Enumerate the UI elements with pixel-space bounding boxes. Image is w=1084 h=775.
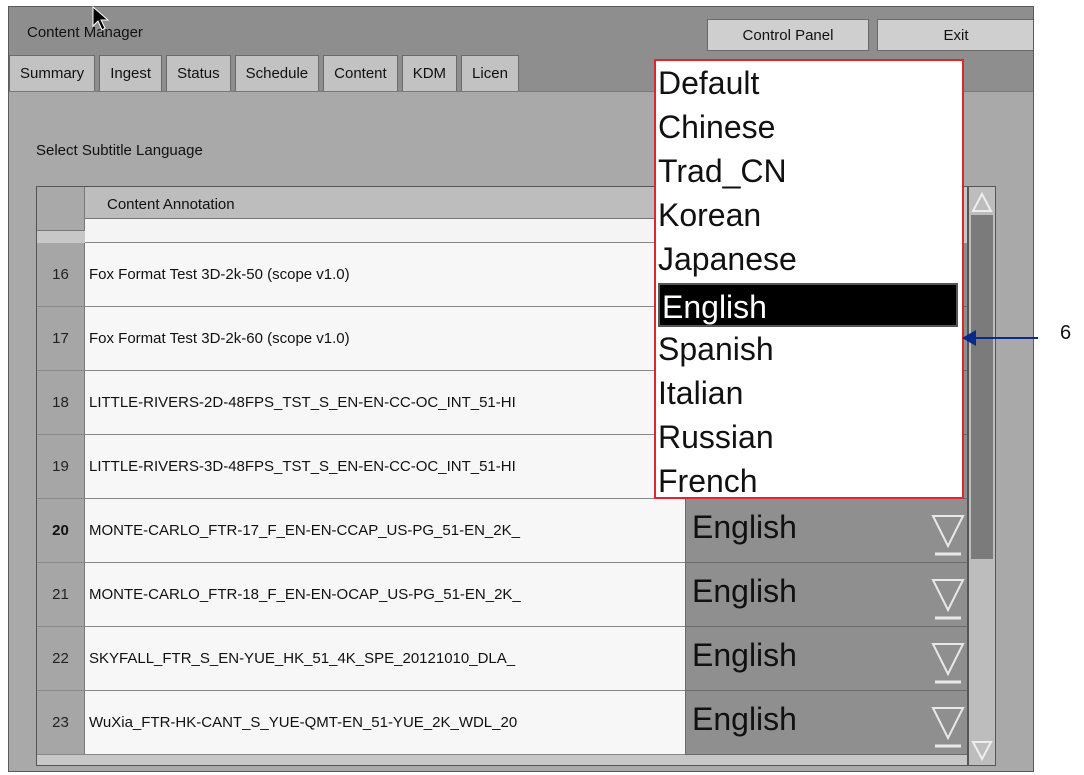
row-number: 16 xyxy=(37,243,85,307)
row-annotation: MONTE-CARLO_FTR-17_F_EN-EN-CCAP_US-PG_51… xyxy=(85,499,685,563)
table-row[interactable]: 22 SKYFALL_FTR_S_EN-YUE_HK_51_4K_SPE_201… xyxy=(37,627,967,691)
tab-kdm[interactable]: KDM xyxy=(401,55,458,91)
language-value: English xyxy=(692,637,797,673)
partial-row xyxy=(85,219,685,243)
tab-schedule[interactable]: Schedule xyxy=(234,55,320,91)
chevron-down-icon[interactable] xyxy=(930,512,966,560)
scroll-up-icon[interactable] xyxy=(971,191,993,213)
tab-ingest[interactable]: Ingest xyxy=(99,55,163,91)
row-number: 18 xyxy=(37,371,85,435)
language-select[interactable]: English xyxy=(685,563,967,627)
row-annotation: SKYFALL_FTR_S_EN-YUE_HK_51_4K_SPE_201210… xyxy=(85,627,685,691)
table-row[interactable]: 23 WuXia_FTR-HK-CANT_S_YUE-QMT-EN_51-YUE… xyxy=(37,691,967,755)
row-number: 17 xyxy=(37,307,85,371)
tab-status[interactable]: Status xyxy=(166,55,231,91)
row-annotation: LITTLE-RIVERS-3D-48FPS_TST_S_EN-EN-CC-OC… xyxy=(85,435,685,499)
vertical-scrollbar[interactable] xyxy=(968,186,996,766)
tab-summary[interactable]: Summary xyxy=(9,55,96,91)
row-annotation: Fox Format Test 3D-2k-60 (scope v1.0) xyxy=(85,307,685,371)
scrollbar-thumb[interactable] xyxy=(971,215,993,559)
option-korean[interactable]: Korean xyxy=(656,193,962,237)
row-annotation: Fox Format Test 3D-2k-50 (scope v1.0) xyxy=(85,243,685,307)
row-number: 21 xyxy=(37,563,85,627)
language-select[interactable]: English xyxy=(685,499,967,563)
row-number: 20 xyxy=(37,499,85,563)
control-panel-button[interactable]: Control Panel xyxy=(707,19,869,51)
header-content-annotation: Content Annotation xyxy=(85,187,685,219)
callout-line xyxy=(968,337,1038,339)
callout-arrowhead xyxy=(962,330,976,346)
callout-number: 6 xyxy=(1060,322,1072,344)
row-annotation: WuXia_FTR-HK-CANT_S_YUE-QMT-EN_51-YUE_2K… xyxy=(85,691,685,755)
chevron-down-icon[interactable] xyxy=(930,576,966,624)
mouse-pointer-icon xyxy=(92,6,110,31)
language-select[interactable]: English xyxy=(685,627,967,691)
option-japanese[interactable]: Japanese xyxy=(656,237,962,281)
row-number: 19 xyxy=(37,435,85,499)
option-french[interactable]: French xyxy=(656,459,962,503)
row-number: 23 xyxy=(37,691,85,755)
tab-bar: Summary Ingest Status Schedule Content K… xyxy=(9,55,523,91)
tab-licence[interactable]: Licen xyxy=(461,55,519,91)
tab-content[interactable]: Content xyxy=(323,55,398,91)
option-chinese[interactable]: Chinese xyxy=(656,105,962,149)
language-value: English xyxy=(692,573,797,609)
chevron-down-icon[interactable] xyxy=(930,704,966,752)
option-spanish[interactable]: Spanish xyxy=(656,327,962,371)
scroll-down-icon[interactable] xyxy=(971,739,993,761)
table-row[interactable]: 20 MONTE-CARLO_FTR-17_F_EN-EN-CCAP_US-PG… xyxy=(37,499,967,563)
language-value: English xyxy=(692,701,797,737)
row-annotation: MONTE-CARLO_FTR-18_F_EN-EN-OCAP_US-PG_51… xyxy=(85,563,685,627)
row-annotation: LITTLE-RIVERS-2D-48FPS_TST_S_EN-EN-CC-OC… xyxy=(85,371,685,435)
chevron-down-icon[interactable] xyxy=(930,640,966,688)
option-trad-cn[interactable]: Trad_CN xyxy=(656,149,962,193)
language-dropdown-list[interactable]: Default Chinese Trad_CN Korean Japanese … xyxy=(654,59,964,499)
app-title: Content Manager xyxy=(27,24,143,41)
option-default[interactable]: Default xyxy=(656,61,962,105)
language-value: English xyxy=(692,509,797,545)
option-italian[interactable]: Italian xyxy=(656,371,962,415)
prompt-label: Select Subtitle Language xyxy=(36,142,203,159)
row-number: 22 xyxy=(37,627,85,691)
option-english-selected[interactable]: English xyxy=(658,283,958,327)
exit-button[interactable]: Exit xyxy=(877,19,1033,51)
language-select[interactable]: English xyxy=(685,691,967,755)
option-russian[interactable]: Russian xyxy=(656,415,962,459)
table-row[interactable]: 21 MONTE-CARLO_FTR-18_F_EN-EN-OCAP_US-PG… xyxy=(37,563,967,627)
header-number-cell xyxy=(37,187,85,231)
